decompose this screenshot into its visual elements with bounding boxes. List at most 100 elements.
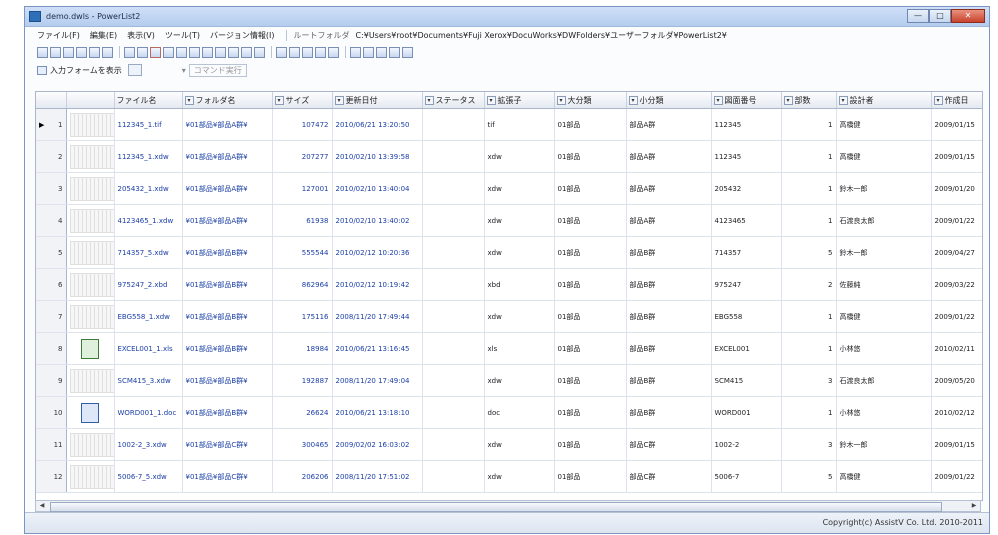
undo-icon[interactable] [276,46,287,58]
column-header-extension[interactable]: ▾ 拡張子 [484,92,555,109]
cell-drawing[interactable]: 4123465 [711,204,782,237]
cell-folder[interactable]: ¥01部品¥部品A群¥ [182,172,273,205]
export-icon[interactable] [102,46,113,58]
cell-designer[interactable]: 鈴木一郎 [836,172,932,205]
cell-status[interactable] [422,332,485,365]
table-row[interactable]: 11 1002-2_3.xdw ¥01部品¥部品C群¥ 300465 2009/02/0… [36,428,982,461]
cell-file[interactable]: 4123465_1.xdw [114,204,183,237]
delete-row-icon[interactable] [176,46,187,58]
cell-drawing[interactable]: 5006-7 [711,460,782,493]
cell-updated[interactable]: 2010/02/10 13:40:04 [332,172,423,205]
cell-copies[interactable]: 1 [781,172,837,205]
thumbnail-cell[interactable] [66,204,115,237]
command-dropdown[interactable]: ▾ コマンド実行 [182,63,247,77]
delete-icon[interactable] [150,46,161,58]
cell-created[interactable]: 2009/01/15 [931,108,982,141]
cell-copies[interactable]: 5 [781,460,837,493]
cell-minor[interactable]: 部品B群 [626,332,712,365]
chart-icon[interactable] [363,46,374,58]
menu-view[interactable]: 表示(V) [127,30,155,41]
cell-ext[interactable]: tif [484,108,555,141]
row-number[interactable]: ▶ 1 [36,108,67,141]
cell-designer[interactable]: 高橋健 [836,108,932,141]
cell-folder[interactable]: ¥01部品¥部品C群¥ [182,428,273,461]
row-number[interactable]: 6 [36,268,67,301]
column-header-updated[interactable]: ▾ 更新日付 [332,92,423,109]
cell-updated[interactable]: 2009/02/02 16:03:02 [332,428,423,461]
cell-updated[interactable]: 2010/02/12 10:20:36 [332,236,423,269]
table-row[interactable]: 5 714357_5.xdw ¥01部品¥部品B群¥ 555544 2010/02/12… [36,236,982,269]
insert-column-icon[interactable] [189,46,200,58]
save-as-icon[interactable] [76,46,87,58]
cell-designer[interactable]: 石渡良太郎 [836,204,932,237]
row-number[interactable]: 3 [36,172,67,205]
cell-designer[interactable]: 小林悠 [836,396,932,429]
sort-icon[interactable] [376,46,387,58]
cell-drawing[interactable]: 112345 [711,108,782,141]
cell-minor[interactable]: 部品B群 [626,396,712,429]
cell-folder[interactable]: ¥01部品¥部品B群¥ [182,396,273,429]
cell-file[interactable]: 205432_1.xdw [114,172,183,205]
thumbnail-cell[interactable] [66,332,115,365]
scrollbar-thumb[interactable] [50,502,942,512]
cell-copies[interactable]: 2 [781,268,837,301]
table-row[interactable]: 10 WORD001_1.doc ¥01部品¥部品B群¥ 26624 2010/06/2… [36,396,982,429]
cell-ext[interactable]: xdw [484,172,555,205]
cell-created[interactable]: 2009/01/22 [931,460,982,493]
table-row[interactable]: ▶ 1 112345_1.tif ¥01部品¥部品A群¥ 107472 2010/06/2… [36,108,982,141]
menu-edit[interactable]: 編集(E) [90,30,117,41]
thumbnail-cell[interactable] [66,364,115,397]
cell-created[interactable]: 2009/04/27 [931,236,982,269]
cell-minor[interactable]: 部品B群 [626,268,712,301]
cell-major[interactable]: 01部品 [554,204,627,237]
cell-folder[interactable]: ¥01部品¥部品B群¥ [182,236,273,269]
cell-minor[interactable]: 部品A群 [626,140,712,173]
scroll-right-icon[interactable]: ▶ [968,501,980,511]
thumbnail-cell[interactable] [66,396,115,429]
table-row[interactable]: 6 975247_2.xbd ¥01部品¥部品B群¥ 862964 2010/02/12… [36,268,982,301]
close-button[interactable]: ✕ [951,8,985,23]
cell-major[interactable]: 01部品 [554,300,627,333]
cell-copies[interactable]: 5 [781,236,837,269]
cell-size[interactable]: 175116 [272,300,333,333]
thumbnail-cell[interactable] [66,300,115,333]
cell-designer[interactable]: 小林悠 [836,332,932,365]
cell-copies[interactable]: 3 [781,428,837,461]
paste-icon[interactable] [137,46,148,58]
cell-major[interactable]: 01部品 [554,428,627,461]
menu-version-info[interactable]: バージョン情報(I) [210,30,274,41]
cell-designer[interactable]: 高橋健 [836,460,932,493]
cell-major[interactable]: 01部品 [554,268,627,301]
cell-minor[interactable]: 部品A群 [626,204,712,237]
column-header-major-category[interactable]: ▾ 大分類 [554,92,627,109]
cell-copies[interactable]: 3 [781,364,837,397]
cell-ext[interactable]: xdw [484,140,555,173]
cell-file[interactable]: EXCEL001_1.xls [114,332,183,365]
thumbnail-cell[interactable] [66,140,115,173]
cell-folder[interactable]: ¥01部品¥部品B群¥ [182,300,273,333]
thumbnail-cell[interactable] [66,428,115,461]
cell-size[interactable]: 206206 [272,460,333,493]
cell-copies[interactable]: 1 [781,332,837,365]
find-next-icon[interactable] [315,46,326,58]
import-icon[interactable] [89,46,100,58]
cell-status[interactable] [422,396,485,429]
table-row[interactable]: 12 5006-7_5.xdw ¥01部品¥部品C群¥ 206206 2008/11/2… [36,460,982,493]
cell-major[interactable]: 01部品 [554,108,627,141]
cell-copies[interactable]: 1 [781,108,837,141]
cell-file[interactable]: SCM415_3.xdw [114,364,183,397]
cell-drawing[interactable]: 714357 [711,236,782,269]
cell-updated[interactable]: 2008/11/20 17:51:02 [332,460,423,493]
cell-major[interactable]: 01部品 [554,460,627,493]
image-icon[interactable] [389,46,400,58]
cell-designer[interactable]: 佐藤純 [836,268,932,301]
cell-folder[interactable]: ¥01部品¥部品A群¥ [182,140,273,173]
cell-size[interactable]: 862964 [272,268,333,301]
cell-ext[interactable]: xdw [484,300,555,333]
find-icon[interactable] [302,46,313,58]
cell-size[interactable]: 18984 [272,332,333,365]
table-row[interactable]: 2 112345_1.xdw ¥01部品¥部品A群¥ 207277 2010/02/10… [36,140,982,173]
thumbnail-cell[interactable] [66,268,115,301]
minimize-button[interactable]: — [907,8,929,23]
cell-size[interactable]: 26624 [272,396,333,429]
